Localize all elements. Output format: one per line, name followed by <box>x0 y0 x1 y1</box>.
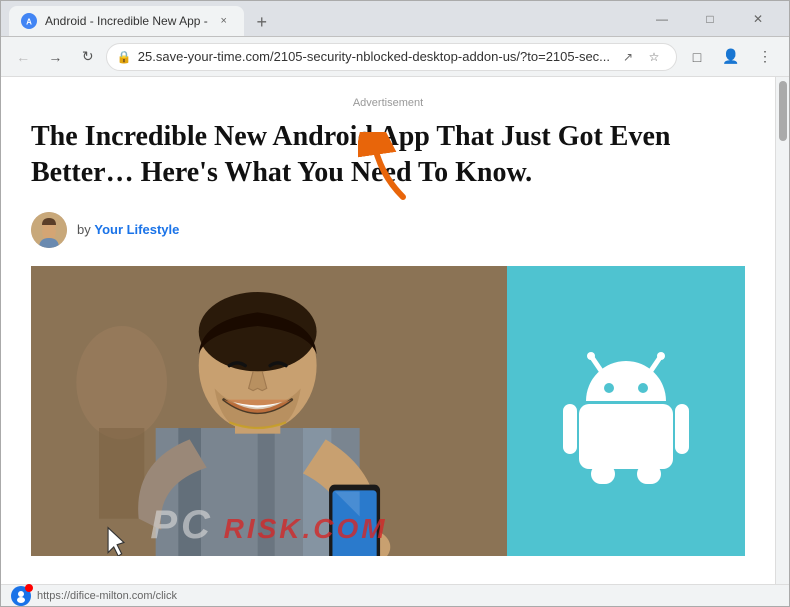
lock-icon: 🔒 <box>117 50 132 64</box>
watermark-text: PC RISK.COM <box>31 503 507 548</box>
active-tab[interactable]: A Android - Incredible New App - × <box>9 6 244 36</box>
author-row: by Your Lifestyle <box>31 212 745 248</box>
tab-bar: A Android - Incredible New App - × + <box>9 1 635 36</box>
back-button[interactable]: ← <box>9 41 37 73</box>
article-title: The Incredible New Android App That Just… <box>31 119 745 192</box>
status-url: https://difice-milton.com/click <box>37 590 177 602</box>
page-area: Advertisement The Incredible New Android… <box>1 77 789 584</box>
share-button[interactable]: ↗ <box>616 45 640 69</box>
window-controls: — □ ✕ <box>639 4 781 34</box>
tab-close-button[interactable]: × <box>216 13 232 29</box>
status-bar: https://difice-milton.com/click <box>1 584 789 606</box>
forward-button[interactable]: → <box>41 41 69 73</box>
minimize-button[interactable]: — <box>639 4 685 34</box>
svg-text:A: A <box>26 18 32 27</box>
hero-photo: PC RISK.COM <box>31 266 507 556</box>
tab-title: Android - Incredible New App - <box>45 14 208 28</box>
hero-image-container: PC RISK.COM <box>31 266 745 556</box>
profile-button[interactable]: 👤 <box>715 41 747 73</box>
author-text: by Your Lifestyle <box>77 222 179 237</box>
bookmark-button[interactable]: ☆ <box>642 45 666 69</box>
address-actions: ↗ ☆ <box>616 45 666 69</box>
author-link[interactable]: Your Lifestyle <box>94 222 179 237</box>
menu-button[interactable]: ⋮ <box>749 41 781 73</box>
tab-favicon: A <box>21 13 37 29</box>
android-panel <box>507 266 745 556</box>
status-icon <box>11 586 31 606</box>
maximize-button[interactable]: □ <box>687 4 733 34</box>
close-button[interactable]: ✕ <box>735 4 781 34</box>
advertisement-label: Advertisement <box>31 97 745 109</box>
reload-button[interactable]: ↻ <box>74 41 102 73</box>
toolbar-actions: □ 👤 ⋮ <box>681 41 781 73</box>
extensions-button[interactable]: □ <box>681 41 713 73</box>
title-bar: A Android - Incredible New App - × + — □… <box>1 1 789 37</box>
toolbar: ← → ↻ 🔒 25.save-your-time.com/2105-secur… <box>1 37 789 77</box>
new-tab-button[interactable]: + <box>248 8 276 36</box>
author-avatar <box>31 212 67 248</box>
browser-window: A Android - Incredible New App - × + — □… <box>0 0 790 607</box>
address-bar[interactable]: 🔒 25.save-your-time.com/2105-security-nb… <box>106 43 677 71</box>
scroll-thumb[interactable] <box>779 81 787 141</box>
page-content: Advertisement The Incredible New Android… <box>1 77 775 584</box>
url-text: 25.save-your-time.com/2105-security-nblo… <box>138 49 610 64</box>
scrollbar[interactable] <box>775 77 789 584</box>
